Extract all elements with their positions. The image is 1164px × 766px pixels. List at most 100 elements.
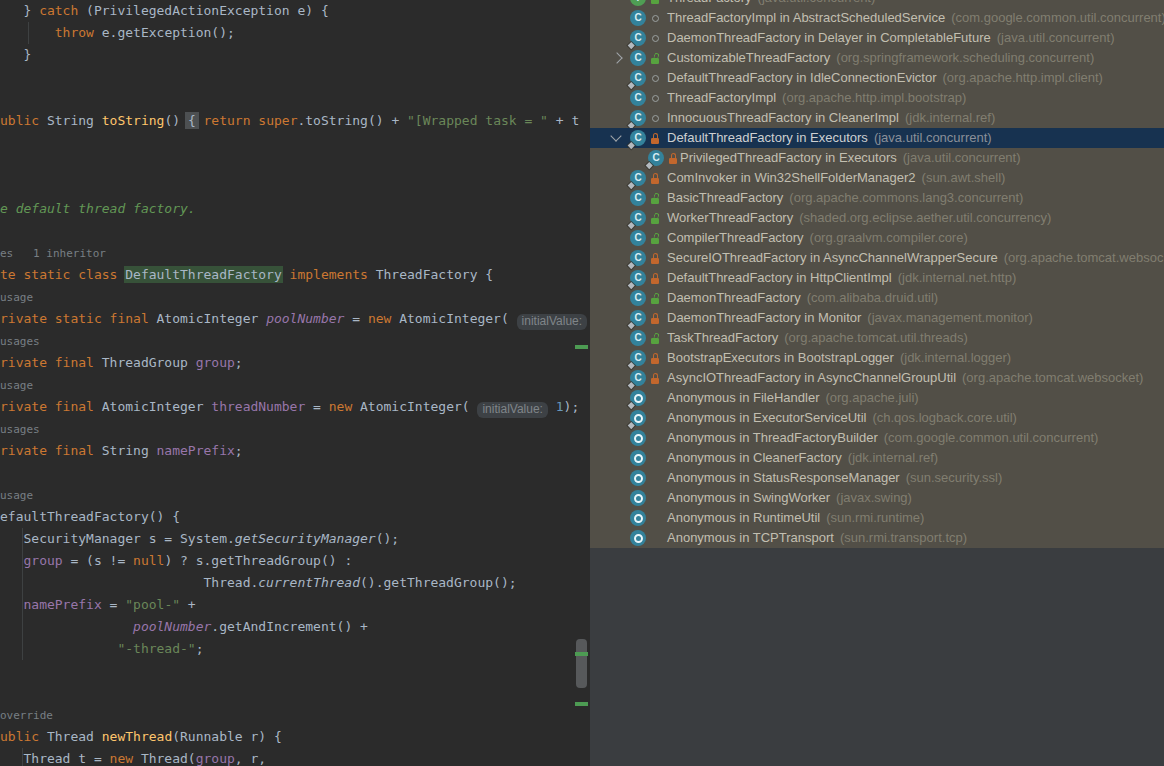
class-name: DefaultThreadFactory in IdleConnectionEv…: [667, 70, 937, 85]
chevron-down-icon[interactable]: [610, 130, 621, 141]
package-circle: [652, 95, 659, 102]
implementation-row[interactable]: Anonymous in ThreadFactoryBuilder(com.go…: [590, 428, 1164, 448]
implementation-row[interactable]: CSecureIOThreadFactory in AsyncChannelWr…: [590, 248, 1164, 268]
implementation-row[interactable]: CThreadFactoryImpl in AbstractScheduledS…: [590, 8, 1164, 28]
implementation-name: DaemonThreadFactory in Delayer in Comple…: [667, 28, 1115, 48]
implementation-row[interactable]: Anonymous in FileHandler(org.apache.juli…: [590, 388, 1164, 408]
package-name: (jdk.internal.ref): [848, 450, 938, 465]
class-icon: C: [630, 230, 646, 246]
code-line: usages: [0, 330, 590, 352]
package-name: (javax.management.monitor): [867, 310, 1032, 325]
implementation-row[interactable]: Anonymous in ExecutorServiceUtil(ch.qos.…: [590, 408, 1164, 428]
private-lock-icon: [650, 253, 661, 264]
implementation-row[interactable]: Anonymous in TCPTransport (sun.rmi.transp…: [590, 528, 1164, 548]
class-icon: C: [630, 270, 646, 286]
code-line: poolNumber.getAndIncrement() +: [0, 616, 590, 638]
class-name: TaskThreadFactory: [667, 330, 778, 345]
private-lock-icon: [668, 153, 679, 164]
code-line: override: [0, 704, 590, 726]
anonymous-class-icon: [630, 490, 646, 506]
anonymous-class-icon: [630, 390, 646, 406]
code-line: SecurityManager s = System.getSecurityMa…: [0, 528, 590, 550]
implementation-row[interactable]: CBasicThreadFactory(org.apache.commons.l…: [590, 188, 1164, 208]
implementation-row[interactable]: C DefaultThreadFactory in IdleConnectionE…: [590, 68, 1164, 88]
indent-guide: [22, 528, 23, 660]
package-name: (sun.rmi.runtime): [826, 510, 924, 525]
icon-letter: C: [630, 90, 646, 106]
implementation-row[interactable]: IThreadFactory(java.util.concurrent): [590, 0, 1164, 8]
package-name: (jdk.internal.net.http): [898, 270, 1017, 285]
vcs-change-mark: [575, 702, 588, 706]
ide-window: } catch (PrivilegedActionException e) { …: [0, 0, 1164, 766]
package-name: (com.google.common.util.concurrent): [951, 10, 1164, 25]
package-name: (ch.qos.logback.core.util): [872, 410, 1017, 425]
private-lock-icon: [650, 273, 661, 284]
implementation-row[interactable]: CWorkerThreadFactory(shaded.org.eclipse.…: [590, 208, 1164, 228]
public-lock-icon: [650, 213, 661, 224]
implementation-name: Anonymous in TCPTransport (sun.rmi.transp…: [667, 528, 967, 548]
implementation-name: BootstrapExecutors in BootstrapLogger(jd…: [667, 348, 1011, 368]
code-line: es 1 inheritor: [0, 242, 590, 264]
implementation-row[interactable]: Anonymous in SwingWorker(javax.swing): [590, 488, 1164, 508]
lock-body: [651, 218, 659, 224]
implementation-row[interactable]: CInnocuousThreadFactory in CleanerImpl(j…: [590, 108, 1164, 128]
anonymous-class-icon: [630, 530, 646, 546]
code-editor[interactable]: } catch (PrivilegedActionException e) { …: [0, 0, 590, 766]
implementation-row[interactable]: CPrivilegedThreadFactory in Executors(ja…: [590, 148, 1164, 168]
code-line: ublic Thread newThread(Runnable r) {: [0, 726, 590, 748]
package-name: (shaded.org.eclipse.aether.util.concurre…: [799, 210, 1051, 225]
implementation-name: Anonymous in ThreadFactoryBuilder(com.go…: [667, 428, 1098, 448]
scrollbar-thumb[interactable]: [576, 639, 587, 688]
class-icon: C: [630, 330, 646, 346]
implementation-row[interactable]: CComInvoker in Win32ShellFolderManager2(…: [590, 168, 1164, 188]
class-name: ComInvoker in Win32ShellFolderManager2: [667, 170, 916, 185]
icon-letter: C: [630, 290, 646, 306]
implementation-name: CustomizableThreadFactory(org.springfram…: [667, 48, 1094, 68]
static-marker-icon: [628, 422, 634, 428]
implementation-row[interactable]: C DaemonThreadFactory in Delayer in Compl…: [590, 28, 1164, 48]
lock-body: [651, 378, 659, 384]
code-line: rivate static final AtomicInteger poolNu…: [0, 308, 590, 330]
implementation-row[interactable]: Anonymous in RuntimeUtil(sun.rmi.runtime…: [590, 508, 1164, 528]
implementation-row[interactable]: CCompilerThreadFactory(org.graalvm.compi…: [590, 228, 1164, 248]
public-lock-icon: [650, 0, 661, 4]
implementation-row[interactable]: Anonymous in StatusResponseManager(sun.s…: [590, 468, 1164, 488]
implementation-row[interactable]: C TaskThreadFactory (org.apache.tomcat.uti…: [590, 328, 1164, 348]
lock-body: [651, 298, 659, 304]
chevron-right-icon[interactable]: [611, 52, 622, 63]
anonymous-class-icon: [630, 450, 646, 466]
implementation-name: InnocuousThreadFactory in CleanerImpl(jd…: [667, 108, 995, 128]
class-name: Anonymous in TCPTransport: [667, 530, 834, 545]
implementation-row[interactable]: CDefaultThreadFactory in Executors(java.…: [590, 128, 1164, 148]
private-lock-icon: [650, 173, 661, 184]
implementation-row[interactable]: CDaemonThreadFactory(com.alibaba.druid.u…: [590, 288, 1164, 308]
package-name: (jdk.internal.ref): [905, 110, 995, 125]
code-line: usage: [0, 374, 590, 396]
package-name: (java.util.concurrent): [903, 150, 1021, 165]
implementation-row[interactable]: CThreadFactoryImpl(org.apache.http.impl.…: [590, 88, 1164, 108]
implementation-name: BasicThreadFactory(org.apache.commons.la…: [667, 188, 1023, 208]
class-icon: C: [630, 30, 646, 46]
class-name: BootstrapExecutors in BootstrapLogger: [667, 350, 894, 365]
package-name: (org.apache.tomcat.util.threads): [784, 330, 968, 345]
package-circle: [652, 15, 659, 22]
implementation-row[interactable]: CCustomizableThreadFactory(org.springfra…: [590, 48, 1164, 68]
implementation-row[interactable]: CDefaultThreadFactory in HttpClientImpl(…: [590, 268, 1164, 288]
code-line: [0, 154, 590, 176]
implementation-row[interactable]: CBootstrapExecutors in BootstrapLogger(j…: [590, 348, 1164, 368]
code-line: e default thread factory.: [0, 198, 590, 220]
package-name: (sun.rmi.transport.tcp): [840, 530, 967, 545]
editor-scrollbar[interactable]: [574, 0, 590, 766]
code-line: Thread.currentThread().getThreadGroup();: [0, 572, 590, 594]
implementation-row[interactable]: Anonymous in CleanerFactory(jdk.internal…: [590, 448, 1164, 468]
public-lock-icon: [650, 293, 661, 304]
implementation-row[interactable]: CAsyncIOThreadFactory in AsyncChannelGro…: [590, 368, 1164, 388]
class-name: DefaultThreadFactory in Executors: [667, 130, 868, 145]
lock-body: [651, 278, 659, 284]
class-icon: C: [630, 370, 646, 386]
implementation-row[interactable]: CDaemonThreadFactory in Monitor(javax.ma…: [590, 308, 1164, 328]
package-name: (java.util.concurrent): [758, 0, 876, 5]
package-name: (org.apache.http.impl.bootstrap): [782, 90, 966, 105]
class-name: CustomizableThreadFactory: [667, 50, 830, 65]
class-icon: C: [630, 70, 646, 86]
